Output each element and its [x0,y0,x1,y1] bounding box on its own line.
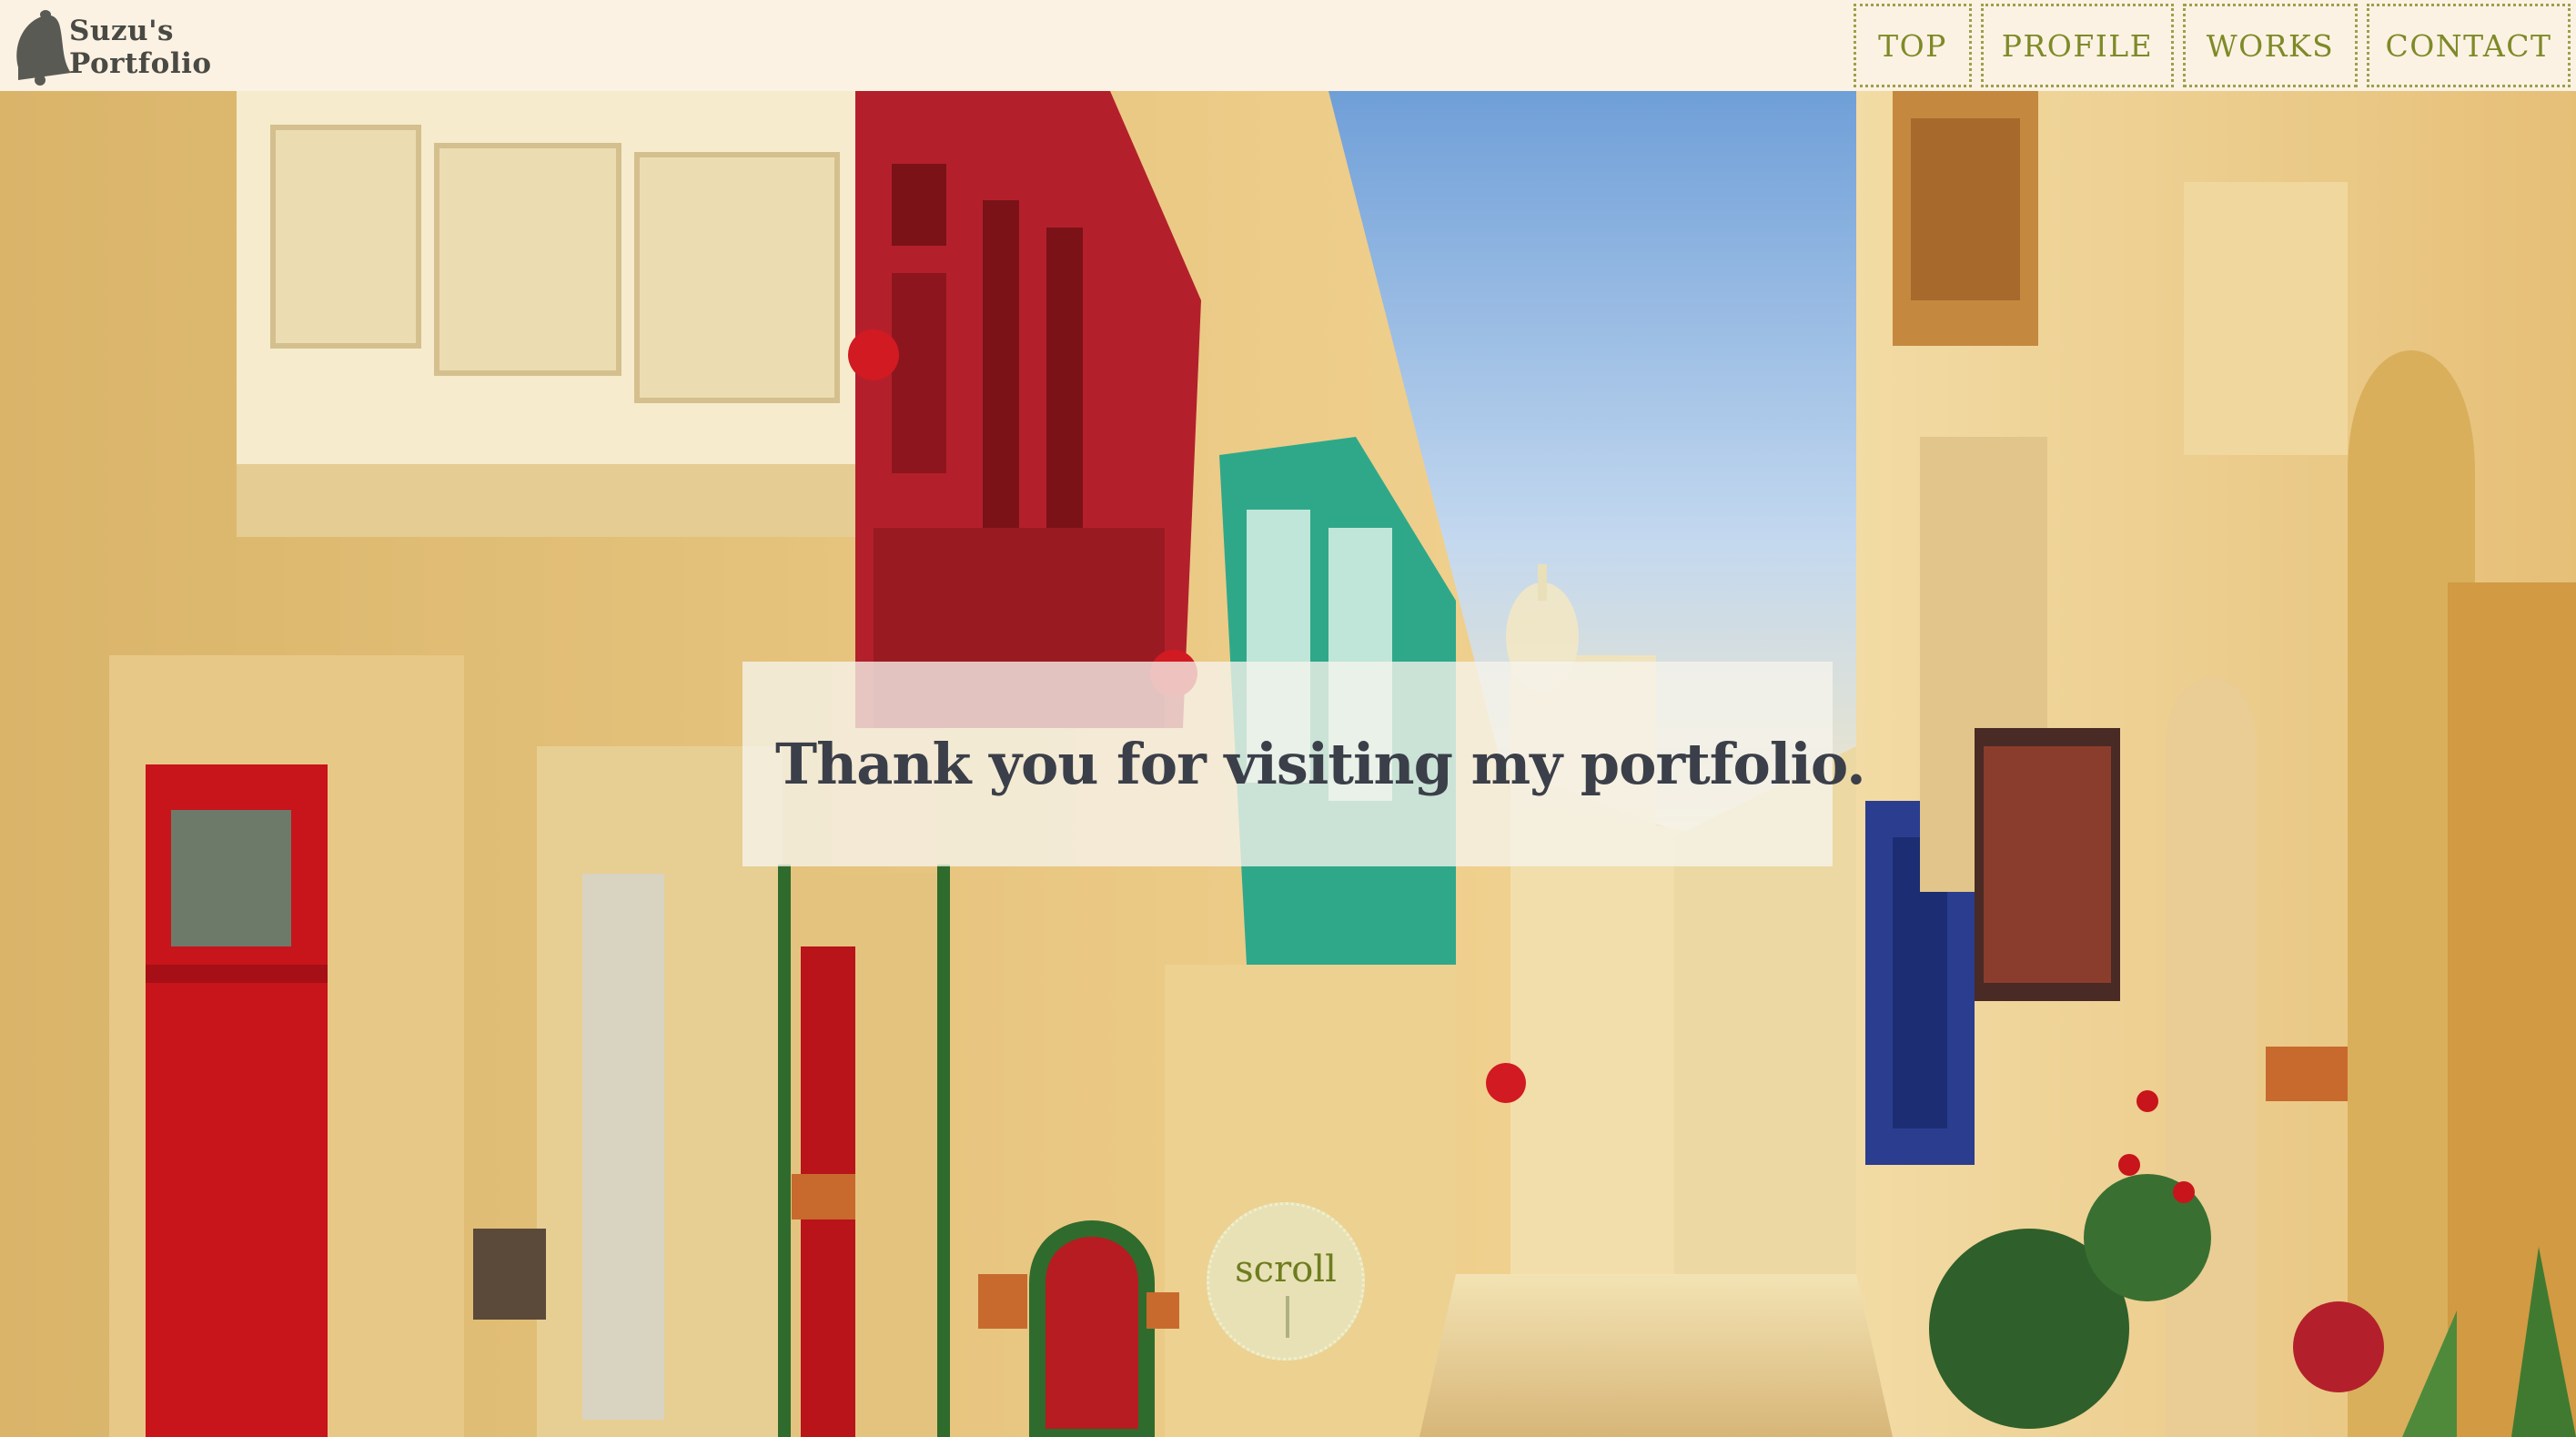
site-logo[interactable]: Suzu's Portfolio [5,7,233,86]
scroll-button[interactable]: scroll [1207,1202,1365,1361]
hero-section: Thank you for visiting my portfolio. scr… [0,91,2576,1437]
nav-works-link[interactable]: WORKS [2183,4,2358,87]
nav-top-link[interactable]: TOP [1854,4,1972,87]
welcome-message-box: Thank you for visiting my portfolio. [742,662,1866,866]
site-header: Suzu's Portfolio TOP PROFILE WORKS CONTA… [0,0,2576,91]
logo-line-2: Portfolio [69,47,212,80]
nav-contact-link[interactable]: CONTACT [2367,4,2571,87]
bell-icon [16,10,71,86]
main-nav: TOP PROFILE WORKS CONTACT [1854,4,2571,87]
welcome-message: Thank you for visiting my portfolio. [775,731,1866,797]
logo-text: Suzu's Portfolio [69,15,212,80]
nav-profile-link[interactable]: PROFILE [1981,4,2174,87]
scroll-down-indicator-icon [1286,1296,1289,1338]
logo-line-1: Suzu's [69,15,175,47]
scroll-label: scroll [1235,1249,1337,1290]
